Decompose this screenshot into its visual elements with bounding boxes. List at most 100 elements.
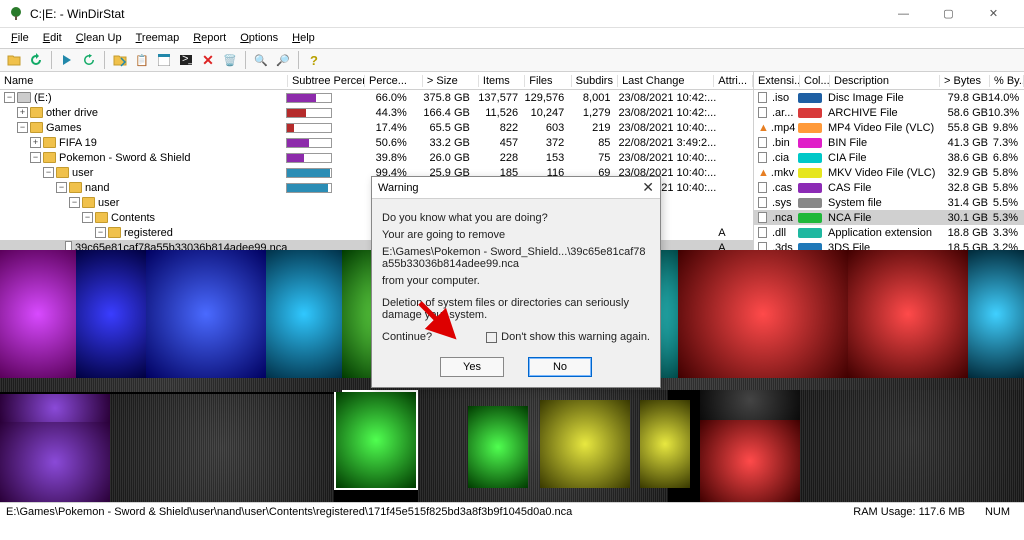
no-button[interactable]: No <box>528 357 592 377</box>
expander-icon[interactable]: − <box>43 167 54 178</box>
move-button[interactable] <box>110 50 130 70</box>
ext-header-cell[interactable]: Col... <box>800 75 830 87</box>
expander-icon[interactable]: − <box>95 227 106 238</box>
folder-icon <box>82 197 95 208</box>
treemap-block[interactable] <box>0 394 110 422</box>
treemap-block[interactable] <box>640 400 690 488</box>
folder-icon <box>30 122 43 133</box>
ext-row[interactable]: .sysSystem file31.4 GB5.5% <box>754 195 1024 210</box>
refresh-button[interactable] <box>79 50 99 70</box>
expander-icon[interactable]: − <box>30 152 41 163</box>
treemap-block[interactable] <box>266 250 342 378</box>
file-icon <box>758 212 767 223</box>
cmd-button[interactable]: >_ <box>176 50 196 70</box>
annotation-arrow <box>415 298 465 348</box>
ext-row[interactable]: ▲.mkvMKV Video File (VLC)32.9 GB5.8% <box>754 165 1024 180</box>
dialog-close-button[interactable]: ✕ <box>642 179 654 196</box>
menu-file[interactable]: File <box>4 30 36 46</box>
explorer-button[interactable] <box>154 50 174 70</box>
tree-header-cell[interactable]: Items <box>479 75 525 87</box>
expander-icon[interactable]: − <box>69 197 80 208</box>
tree-header-cell[interactable]: Subdirs <box>572 75 618 87</box>
folder-icon <box>43 152 56 163</box>
zoom-out-button[interactable]: 🔎 <box>273 50 293 70</box>
treemap-block[interactable] <box>848 250 968 378</box>
tree-row[interactable]: −(E:)66.0%375.8 GB137,577129,5768,00123/… <box>0 90 753 105</box>
ext-header-row: Extensi...Col...Description> Bytes% By..… <box>754 72 1024 90</box>
treemap-block[interactable] <box>678 250 848 378</box>
treemap-block[interactable] <box>700 420 800 502</box>
titlebar: C:|E: - WinDirStat — ▢ ✕ <box>0 0 1024 28</box>
ext-row[interactable]: .3ds3DS File18.5 GB3.2% <box>754 240 1024 250</box>
ext-row[interactable]: .binBIN File41.3 GB7.3% <box>754 135 1024 150</box>
expander-icon[interactable]: − <box>82 212 93 223</box>
help-button[interactable]: ? <box>304 50 324 70</box>
ext-row[interactable]: .isoDisc Image File79.8 GB14.0% <box>754 90 1024 105</box>
ext-header-cell[interactable]: Description <box>830 75 940 87</box>
close-button[interactable]: ✕ <box>971 0 1016 28</box>
treemap-block[interactable] <box>0 422 110 502</box>
refresh-all-button[interactable] <box>26 50 46 70</box>
dont-show-checkbox[interactable]: Don't show this warning again. <box>486 331 650 343</box>
maximize-button[interactable]: ▢ <box>926 0 971 28</box>
ext-row[interactable]: .dllApplication extension18.8 GB3.3% <box>754 225 1024 240</box>
menu-edit[interactable]: Edit <box>36 30 69 46</box>
yes-button[interactable]: Yes <box>440 357 504 377</box>
folder-icon <box>69 182 82 193</box>
file-icon <box>65 241 72 250</box>
expander-icon[interactable]: − <box>17 122 28 133</box>
dialog-line3: E:\Games\Pokemon - Sword_Shield...\39c65… <box>382 246 650 270</box>
ext-header-cell[interactable]: % By... <box>990 75 1024 87</box>
tree-header-cell[interactable]: Subtree Percent... <box>288 75 365 87</box>
tree-header-cell[interactable]: Perce... <box>365 75 423 87</box>
menu-treemap[interactable]: Treemap <box>129 30 187 46</box>
tree-header-cell[interactable]: Attri... <box>714 75 753 87</box>
file-icon <box>758 137 767 148</box>
menu-report[interactable]: Report <box>186 30 233 46</box>
tree-row[interactable]: +FIFA 1950.6%33.2 GB4573728522/08/2021 3… <box>0 135 753 150</box>
ext-body[interactable]: .isoDisc Image File79.8 GB14.0%.ar...ARC… <box>754 90 1024 250</box>
tree-row[interactable]: −Pokemon - Sword & Shield39.8%26.0 GB228… <box>0 150 753 165</box>
menu-help[interactable]: Help <box>285 30 322 46</box>
menu-options[interactable]: Options <box>233 30 285 46</box>
treemap-block[interactable] <box>540 400 630 488</box>
ext-header-cell[interactable]: Extensi... <box>754 75 800 87</box>
tree-header-cell[interactable]: Files <box>525 75 571 87</box>
menu-clean-up[interactable]: Clean Up <box>69 30 129 46</box>
tree-row[interactable]: +other drive44.3%166.4 GB11,52610,2471,2… <box>0 105 753 120</box>
treemap-block[interactable] <box>76 250 146 378</box>
open-button[interactable] <box>4 50 24 70</box>
expander-icon[interactable]: + <box>17 107 28 118</box>
tree-header-cell[interactable]: Name <box>0 75 288 87</box>
treemap-block[interactable] <box>0 250 76 378</box>
minimize-button[interactable]: — <box>881 0 926 28</box>
separator <box>245 51 246 69</box>
treemap-block[interactable] <box>468 406 528 488</box>
recycle-button[interactable]: 🗑️ <box>220 50 240 70</box>
ext-row[interactable]: .ar...ARCHIVE File58.6 GB10.3% <box>754 105 1024 120</box>
ext-row[interactable]: .casCAS File32.8 GB5.8% <box>754 180 1024 195</box>
status-ram: RAM Usage: 117.6 MB <box>853 506 965 518</box>
expander-icon[interactable]: − <box>56 182 67 193</box>
treemap-block[interactable] <box>968 250 1024 378</box>
dialog-titlebar[interactable]: Warning ✕ <box>372 177 660 199</box>
zoom-in-button[interactable]: 🔍 <box>251 50 271 70</box>
delete-button[interactable]: ✕ <box>198 50 218 70</box>
folder-icon <box>30 107 43 118</box>
play-button[interactable] <box>57 50 77 70</box>
expander-icon[interactable]: − <box>4 92 15 103</box>
tree-header-cell[interactable]: > Size <box>423 75 479 87</box>
file-icon <box>758 182 767 193</box>
ext-row[interactable]: .ncaNCA File30.1 GB5.3% <box>754 210 1024 225</box>
tree-row[interactable]: −Games17.4%65.5 GB82260321923/08/2021 10… <box>0 120 753 135</box>
tree-header-cell[interactable]: Last Change <box>618 75 714 87</box>
ext-row[interactable]: ▲.mp4MP4 Video File (VLC)55.8 GB9.8% <box>754 120 1024 135</box>
file-icon <box>758 242 767 250</box>
dialog-line1: Do you know what you are doing? <box>382 212 650 224</box>
expander-icon[interactable]: + <box>30 137 41 148</box>
copy-path-button[interactable]: 📋 <box>132 50 152 70</box>
ext-header-cell[interactable]: > Bytes <box>940 75 990 87</box>
ext-row[interactable]: .ciaCIA File38.6 GB6.8% <box>754 150 1024 165</box>
treemap-block[interactable] <box>146 250 266 378</box>
treemap-block[interactable] <box>334 390 418 490</box>
